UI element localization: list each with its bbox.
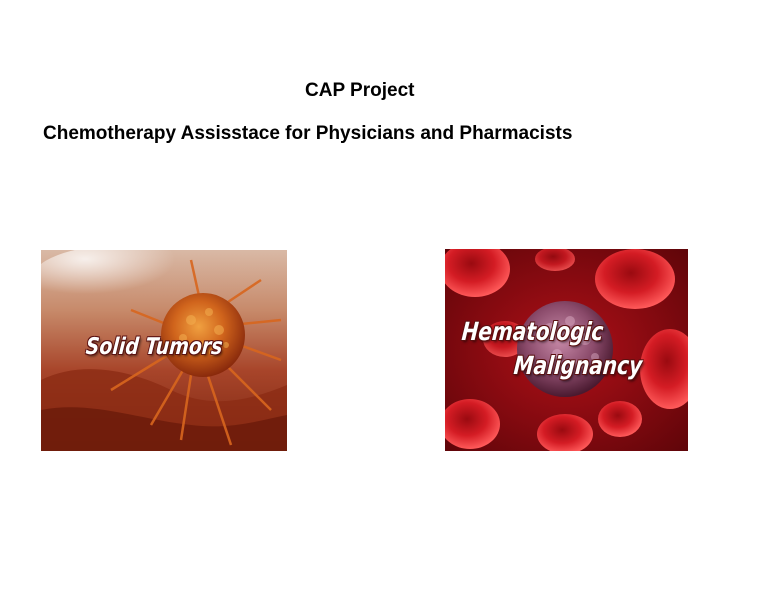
page-subtitle: Chemotherapy Assisstace for Physicians a… — [43, 123, 573, 144]
solid-tumors-link[interactable]: Solid Tumors — [41, 250, 287, 451]
page-title: CAP Project — [305, 80, 415, 101]
blood-cells-image — [445, 249, 688, 451]
solid-tumors-label: Solid Tumors — [84, 334, 224, 360]
hematologic-label: Hematologic — [460, 317, 605, 346]
malignancy-label: Malignancy — [512, 351, 644, 380]
hematologic-malignancy-link[interactable]: Hematologic Malignancy — [445, 249, 688, 451]
page: CAP Project Chemotherapy Assisstace for … — [0, 0, 777, 600]
